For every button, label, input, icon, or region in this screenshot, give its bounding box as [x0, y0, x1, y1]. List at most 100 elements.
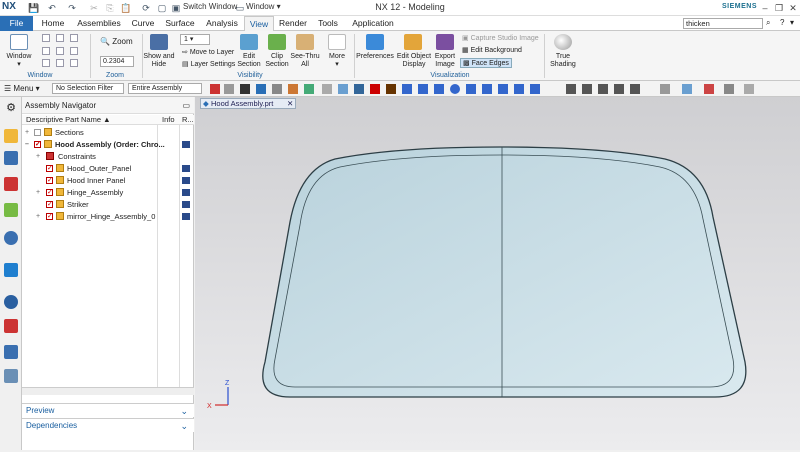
spline-icon[interactable] [386, 84, 396, 94]
tab-curve[interactable]: Curve [128, 16, 158, 31]
window-menu[interactable]: Window ▾ [246, 2, 281, 11]
export-image-icon[interactable] [436, 34, 454, 50]
layout-single-icon[interactable] [42, 34, 50, 42]
show-hide-icon[interactable] [150, 34, 168, 50]
snap-perp-icon[interactable] [482, 84, 492, 94]
minimize-button[interactable]: – [758, 1, 772, 15]
settings-icon[interactable]: ⚙ [4, 101, 18, 115]
reuse-library-icon[interactable] [4, 203, 18, 217]
layout-col-icon[interactable] [70, 59, 78, 67]
visibility-checkbox[interactable] [34, 129, 41, 136]
column-header-r[interactable]: R... [182, 115, 194, 124]
restore-button[interactable]: ❐ [772, 1, 786, 15]
web-browser-icon[interactable] [4, 231, 18, 245]
constraint-navigator-icon[interactable] [4, 151, 18, 165]
tree-row-striker[interactable]: Striker [22, 199, 194, 210]
see-thru-icon[interactable] [296, 34, 314, 50]
save-icon[interactable]: 💾 [28, 2, 40, 14]
part-navigator-icon[interactable] [4, 177, 18, 191]
tab-surface[interactable]: Surface [160, 16, 200, 31]
expand-icon[interactable]: + [36, 187, 40, 198]
visibility-checkbox[interactable] [46, 187, 53, 198]
select-all-icon[interactable] [256, 84, 266, 94]
edit-object-display-button[interactable]: Edit Object Display [396, 53, 432, 69]
paste-icon[interactable]: 📋 [120, 2, 132, 14]
window-icon[interactable] [10, 34, 28, 50]
assembly-navigator-icon[interactable] [4, 129, 18, 143]
ribbon-options-icon[interactable]: ▾ [790, 18, 794, 27]
snap-point-icon[interactable] [530, 84, 540, 94]
tab-assemblies[interactable]: Assemblies [72, 16, 126, 31]
expand-icon[interactable]: + [36, 211, 40, 222]
curves-icon[interactable] [304, 84, 314, 94]
filter-icon[interactable] [240, 84, 250, 94]
pan-icon[interactable] [614, 84, 624, 94]
tab-home[interactable]: Home [36, 16, 70, 31]
background-icon[interactable] [704, 84, 714, 94]
redo-icon[interactable]: ↷ [66, 2, 78, 14]
repeat-command-icon[interactable]: ⟳ [140, 2, 152, 14]
orient-view-icon[interactable] [682, 84, 692, 94]
window-button[interactable]: Window ▾ [2, 53, 36, 69]
cut-icon[interactable]: ✂ [88, 2, 100, 14]
dependencies-panel-toggle[interactable]: Dependencies ⌄ [22, 418, 194, 432]
zoom-button[interactable]: 🔍 Zoom [100, 37, 133, 46]
faces-icon[interactable] [272, 84, 282, 94]
clock-icon[interactable] [4, 295, 18, 309]
process-studio-icon[interactable] [4, 345, 18, 359]
work-layer-select[interactable]: 1 ▾ [180, 34, 210, 45]
tree-row-mirror-hinge-assembly[interactable]: + mirror_Hinge_Assembly_0 [22, 211, 194, 222]
tree-row-hinge-assembly[interactable]: + Hinge_Assembly [22, 187, 194, 198]
command-search-input[interactable]: thicken [683, 18, 763, 29]
layout-top-icon[interactable] [42, 47, 50, 55]
maximize-panel-icon[interactable]: ▭ [182, 97, 190, 114]
visibility-checkbox[interactable] [46, 211, 53, 222]
edit-object-display-icon[interactable] [404, 34, 422, 50]
true-shading-icon[interactable] [554, 34, 572, 50]
selection-filter-select[interactable]: No Selection Filter [52, 83, 124, 94]
export-image-button[interactable]: Export Image [430, 53, 460, 69]
tree-row-hood-inner-panel[interactable]: Hood Inner Panel [22, 175, 194, 186]
layout-split-icon[interactable] [70, 34, 78, 42]
visibility-checkbox[interactable] [46, 199, 53, 210]
expand-icon[interactable]: + [36, 151, 40, 162]
more-button[interactable]: More ▾ [322, 53, 352, 69]
column-header-name[interactable]: Descriptive Part Name ▲ [26, 115, 111, 124]
deselect-icon[interactable] [224, 84, 234, 94]
switch-window-icon[interactable]: ▣ [170, 2, 182, 14]
layout-side-icon[interactable] [56, 47, 64, 55]
snap-plus-icon[interactable] [466, 84, 476, 94]
fit-icon[interactable] [566, 84, 576, 94]
point-icon[interactable] [322, 84, 332, 94]
collapse-icon[interactable]: – [25, 139, 29, 150]
selection-scope-select[interactable]: Entire Assembly [128, 83, 202, 94]
edit-background-button[interactable]: ▦ Edit Background [462, 46, 522, 54]
horizontal-scrollbar[interactable] [22, 387, 194, 395]
work-view-icon[interactable] [724, 84, 734, 94]
layout-triple-icon[interactable] [70, 47, 78, 55]
line-icon[interactable] [354, 84, 364, 94]
tree-row-constraints[interactable]: + Constraints [22, 151, 194, 162]
zoom-icon[interactable] [582, 84, 592, 94]
true-shading-button[interactable]: True Shading [546, 53, 580, 69]
layout-four-icon[interactable] [56, 34, 64, 42]
edit-section-icon[interactable] [240, 34, 258, 50]
visibility-checkbox[interactable] [46, 175, 53, 186]
preferences-icon[interactable] [366, 34, 384, 50]
hood-model[interactable]: Z X [195, 97, 800, 450]
show-hide-button[interactable]: Show and Hide [142, 53, 176, 69]
render-style-icon[interactable] [660, 84, 670, 94]
tab-file[interactable]: File [0, 16, 33, 31]
close-button[interactable]: ✕ [786, 1, 800, 15]
close-tab-icon[interactable]: ✕ [287, 99, 293, 109]
tree-row-hood-outer-panel[interactable]: Hood_Outer_Panel [22, 163, 194, 174]
snap-circle-icon[interactable] [450, 84, 460, 94]
history-icon[interactable] [4, 263, 18, 277]
more-icon[interactable] [328, 34, 346, 50]
select-icon[interactable] [210, 84, 220, 94]
cube-icon[interactable] [338, 84, 348, 94]
face-edges-button[interactable]: ▩ Face Edges [460, 58, 512, 68]
column-header-info[interactable]: Info [162, 115, 175, 124]
roles-icon[interactable] [4, 369, 18, 383]
snap-quadrant-icon[interactable] [514, 84, 524, 94]
